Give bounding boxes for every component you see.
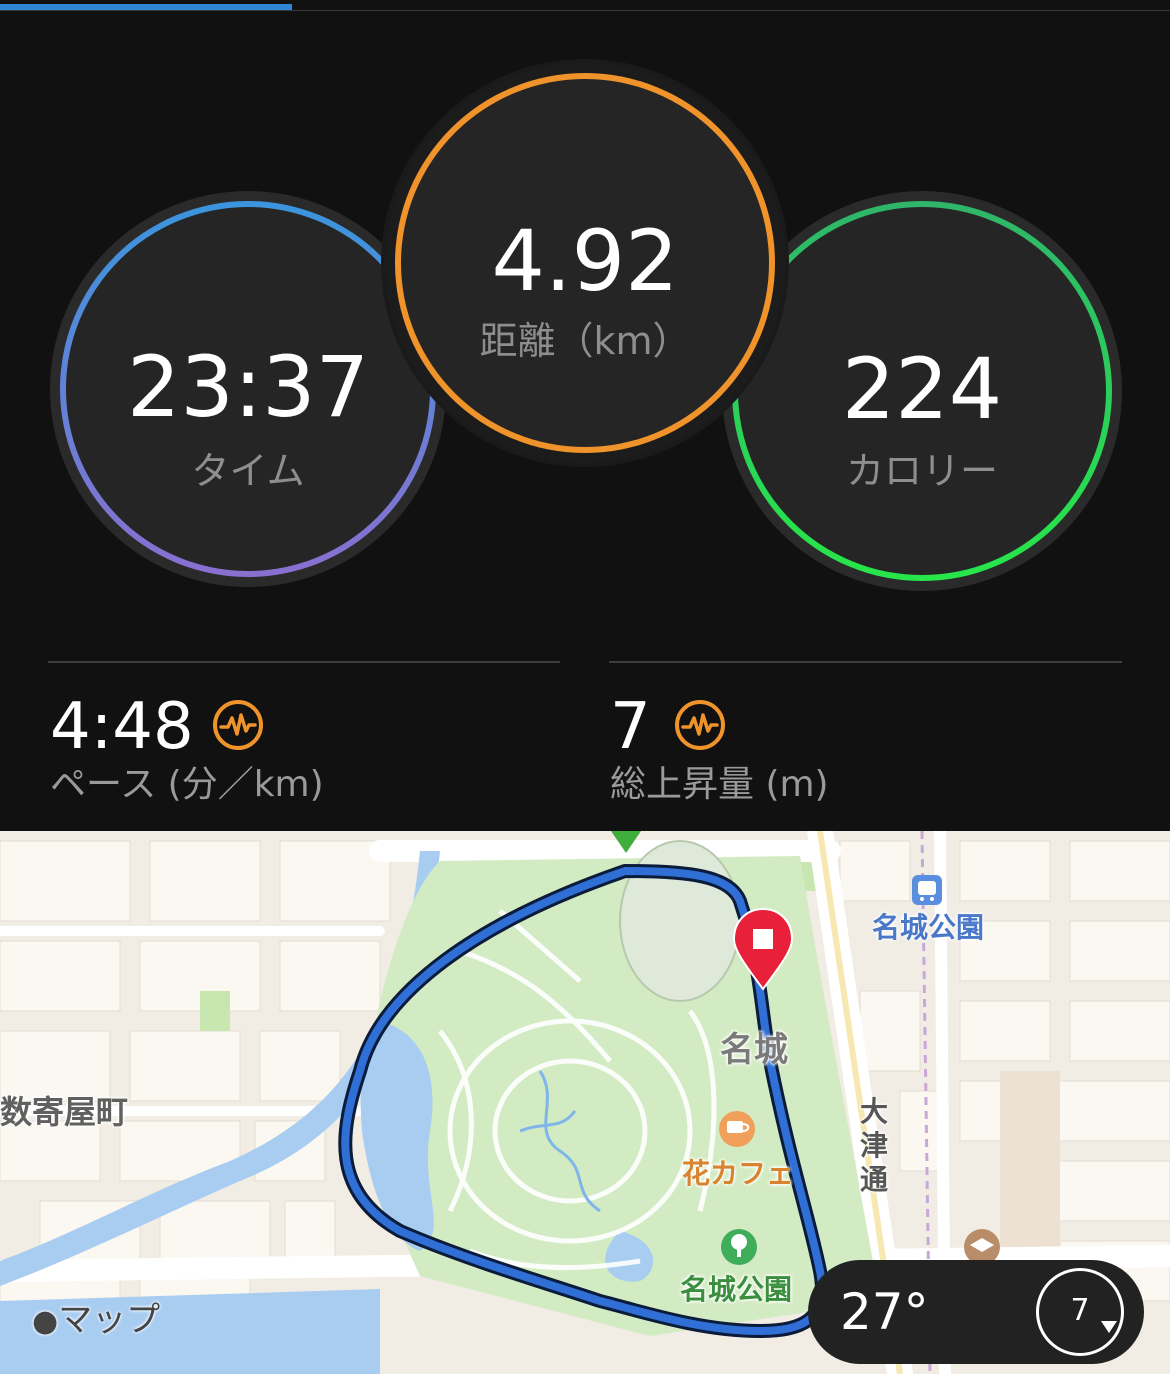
train-station-icon (912, 875, 942, 905)
district-label: 数寄屋町 (0, 1093, 129, 1131)
divider-left (48, 661, 560, 663)
area-label: 名城 (720, 1030, 788, 1070)
distance-value: 4.92 (491, 212, 679, 310)
cafe-icon (719, 1111, 755, 1147)
pace-label: ペース (分／km) (50, 764, 324, 805)
street-label: 大津通 (860, 1095, 889, 1196)
time-label: タイム (191, 449, 305, 493)
calories-label: カロリー (845, 449, 998, 493)
weather-badge[interactable]: 27° 7 (808, 1260, 1144, 1364)
elevation-label: 総上昇量 (m) (610, 764, 829, 805)
cafe-label: 花カフェ (682, 1157, 795, 1190)
park-icon (721, 1229, 757, 1265)
page-indicator-active (0, 4, 292, 10)
wind-dial-icon: 7 (1036, 1268, 1124, 1356)
divider-right (609, 661, 1122, 663)
pace-value: 4:48 (50, 690, 194, 764)
maps-attribution[interactable]: ●マップ (32, 1300, 160, 1342)
heart-rate-icon (675, 700, 725, 750)
distance-label: 距離（km） (479, 319, 691, 363)
park-label: 名城公園 (680, 1273, 793, 1306)
wind-direction-icon (1101, 1321, 1117, 1333)
distance-ring: 4.92 距離（km） (385, 63, 785, 463)
elevation-value: 7 (610, 690, 651, 764)
station-label: 名城公園 (872, 911, 985, 944)
page-indicator (0, 0, 1170, 11)
heart-rate-icon (213, 700, 263, 750)
apple-logo-icon: ● (32, 1304, 59, 1339)
activity-summary: 23:37 タイム 224 カロリー 4.92 距離（km） 4:48 ペース … (0, 11, 1170, 831)
temperature-value: 27° (840, 1283, 929, 1341)
